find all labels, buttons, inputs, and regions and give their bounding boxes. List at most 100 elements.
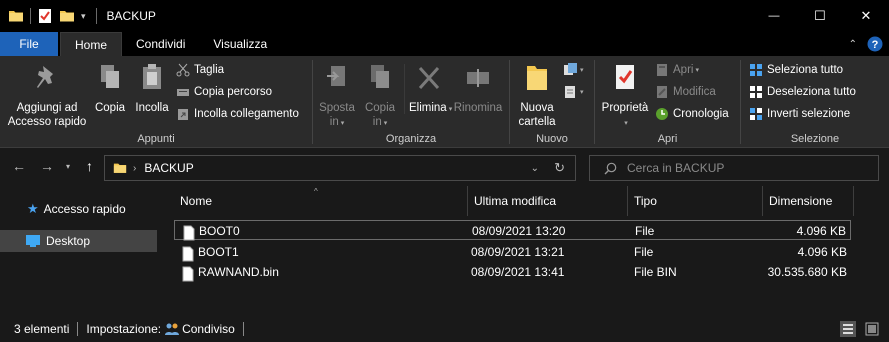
separator: [95, 8, 97, 24]
address-dropdown-icon[interactable]: ⌄: [531, 163, 539, 174]
help-icon[interactable]: ?: [867, 36, 883, 52]
sharing-label: Impostazione:: [86, 322, 162, 336]
pin-label-line2: Accesso rapido: [7, 116, 87, 128]
tab-home[interactable]: Home: [60, 32, 123, 56]
new-folder-label-line1: Nuova: [520, 102, 554, 114]
customize-quick-access-icon[interactable]: ▾: [81, 11, 86, 22]
move-to-label-line2: in: [329, 116, 339, 128]
dropdown-arrow-icon: ▾: [340, 120, 345, 127]
delete-x-icon: [418, 66, 440, 90]
invert-selection-button[interactable]: Inverti selezione: [749, 104, 850, 124]
copy-to-icon: [371, 65, 389, 88]
details-view-icon[interactable]: [840, 321, 856, 337]
open-label: Apri: [673, 64, 694, 76]
move-to-label-line1: Sposta: [319, 102, 355, 114]
move-to-button[interactable]: Sposta in ▾: [317, 62, 357, 131]
dropdown-arrow-icon: ▾: [580, 89, 584, 96]
path-separator-icon: ›: [133, 162, 137, 174]
ribbon-tabs: File Home Condividi Visualizza ⌃ ?: [0, 32, 889, 56]
file-row[interactable]: BOOT1 08/09/2021 13:21 File 4.096 KB: [174, 242, 851, 262]
recent-locations-icon[interactable]: ▾: [66, 162, 70, 171]
select-all-button[interactable]: Seleziona tutto: [749, 60, 843, 80]
file-row[interactable]: BOOT0 08/09/2021 13:20 File 4.096 KB: [174, 220, 851, 241]
search-input[interactable]: Cerca in BACKUP: [589, 155, 879, 181]
pin-icon: [37, 66, 53, 88]
paste-button[interactable]: Incolla: [132, 62, 172, 115]
maximize-button[interactable]: ☐: [797, 0, 843, 32]
properties-label: Proprietà: [601, 102, 649, 114]
history-icon: [656, 108, 668, 120]
forward-arrow-icon[interactable]: →: [40, 158, 54, 174]
paste-shortcut-label: Incolla collegamento: [194, 108, 299, 120]
cut-button[interactable]: Taglia: [176, 60, 224, 80]
file-name: BOOT1: [198, 245, 239, 259]
new-folder-quick-icon[interactable]: [59, 8, 75, 24]
copy-label: Copia: [94, 102, 126, 114]
tab-share[interactable]: Condividi: [122, 32, 199, 56]
dropdown-arrow-icon: ▾: [624, 120, 628, 127]
edit-label: Modifica: [673, 86, 716, 98]
file-size: 30.535.680 KB: [767, 265, 847, 279]
up-arrow-icon[interactable]: ↑: [86, 158, 93, 174]
dropdown-arrow-icon: ▾: [580, 67, 584, 74]
collapse-ribbon-icon[interactable]: ⌃: [849, 39, 857, 50]
refresh-icon[interactable]: ↻: [554, 160, 565, 176]
copy-to-label-line1: Copia: [364, 102, 396, 114]
rename-button[interactable]: Rinomina: [451, 62, 505, 115]
properties-icon: [616, 65, 634, 89]
large-icons-view-icon[interactable]: [864, 321, 880, 337]
paste-icon: [143, 64, 161, 89]
nav-item-quick-access[interactable]: ★ Accesso rapido: [0, 198, 157, 220]
sharing-value: Condiviso: [182, 322, 235, 336]
close-button[interactable]: ✕: [843, 0, 889, 32]
separator: [77, 322, 79, 336]
file-icon: [183, 225, 195, 241]
navigation-pane: ★ Accesso rapido Desktop: [0, 186, 160, 316]
back-arrow-icon[interactable]: ←: [12, 158, 26, 174]
column-header-type[interactable]: Tipo: [628, 186, 763, 216]
column-header-name[interactable]: Nome: [174, 186, 468, 216]
edit-button[interactable]: Modifica: [655, 82, 716, 102]
easy-access-button[interactable]: ▾: [562, 82, 584, 102]
copy-icon: [101, 65, 119, 88]
status-bar: 3 elementi Impostazione: Condiviso: [0, 316, 889, 342]
tab-view[interactable]: Visualizza: [199, 32, 281, 56]
tab-file[interactable]: File: [0, 32, 58, 56]
open-button[interactable]: Apri ▾: [655, 60, 699, 80]
copy-to-button[interactable]: Copia in ▾: [361, 62, 399, 131]
properties-button[interactable]: Proprietà ▾: [599, 62, 651, 131]
column-header-size[interactable]: Dimensione: [763, 186, 854, 216]
file-row[interactable]: RAWNAND.bin 08/09/2021 13:41 File BIN 30…: [174, 262, 851, 282]
column-headers: Nome Ultima modifica Tipo Dimensione: [160, 186, 860, 216]
copy-button[interactable]: Copia: [92, 62, 128, 115]
new-item-button[interactable]: ▾: [562, 60, 584, 80]
scissors-icon: [176, 63, 190, 77]
properties-quick-icon[interactable]: [37, 8, 53, 24]
minimize-button[interactable]: —: [751, 0, 797, 32]
copy-path-icon: [177, 89, 189, 96]
copy-path-button[interactable]: Copia percorso: [176, 82, 272, 102]
file-type: File: [635, 224, 655, 238]
nav-item-desktop[interactable]: Desktop: [0, 230, 157, 252]
file-modified: 08/09/2021 13:20: [472, 224, 566, 238]
close-icon: ✕: [860, 8, 872, 23]
rename-icon: [467, 69, 489, 87]
minimize-icon: —: [768, 10, 780, 22]
pin-quick-access-button[interactable]: Aggiungi ad Accesso rapido: [6, 62, 88, 129]
shared-users-icon: [165, 323, 180, 335]
address-bar[interactable]: › BACKUP ⌄ ↻: [104, 155, 576, 181]
paste-shortcut-button[interactable]: Incolla collegamento: [176, 104, 299, 124]
paste-shortcut-icon: [178, 109, 188, 120]
file-type: File: [634, 245, 654, 259]
edit-icon: [657, 86, 667, 98]
delete-button[interactable]: Elimina ▾: [409, 62, 452, 117]
file-icon: [182, 266, 194, 282]
group-label-open: Apri: [657, 133, 678, 145]
select-none-button[interactable]: Deseleziona tutto: [749, 82, 856, 102]
column-header-modified[interactable]: Ultima modifica: [468, 186, 628, 216]
new-folder-button[interactable]: Nuova cartella: [516, 62, 558, 129]
history-button[interactable]: Cronologia: [655, 104, 729, 124]
new-item-icon: [564, 63, 577, 75]
nav-item-label: Accesso rapido: [43, 202, 126, 216]
ribbon: Aggiungi ad Accesso rapido Copia Incolla…: [0, 56, 889, 148]
